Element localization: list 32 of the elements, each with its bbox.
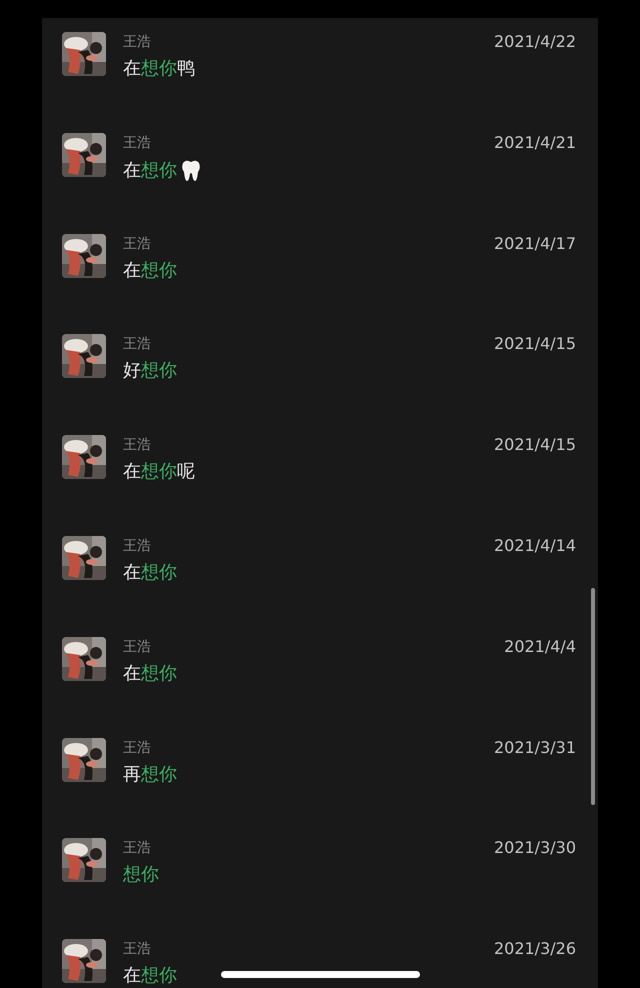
sender-name: 王浩 xyxy=(123,436,151,454)
message-text[interactable]: 在想你 xyxy=(123,562,177,584)
message-date: 2021/4/14 xyxy=(494,536,576,556)
message-text[interactable]: 在想你 xyxy=(123,160,177,182)
message-text[interactable]: 在想你 xyxy=(123,260,177,282)
sender-name: 王浩 xyxy=(123,536,151,555)
sender-name: 王浩 xyxy=(123,335,151,354)
message-date: 2021/4/21 xyxy=(494,132,576,153)
message-text[interactable]: 在想你 xyxy=(123,662,177,685)
message-date: 2021/3/26 xyxy=(494,939,576,960)
message-text[interactable]: 想你 xyxy=(123,864,159,886)
message-text[interactable]: 在想你鸭 xyxy=(123,58,195,80)
sender-name: 王浩 xyxy=(123,33,151,51)
sender-name: 王浩 xyxy=(123,738,151,757)
scrollbar[interactable] xyxy=(591,588,595,805)
message-date: 2021/3/30 xyxy=(494,838,576,858)
sender-name: 王浩 xyxy=(123,134,151,152)
message-date: 2021/3/31 xyxy=(494,738,576,758)
message-date: 2021/4/22 xyxy=(494,32,576,52)
sender-name: 王浩 xyxy=(123,638,151,656)
tooth-icon xyxy=(180,158,202,183)
message-date: 2021/4/15 xyxy=(494,334,576,354)
message-date: 2021/4/4 xyxy=(504,636,576,657)
message-text[interactable]: 在想你 xyxy=(123,965,177,988)
message-text[interactable]: 好想你 xyxy=(123,360,177,382)
sender-name: 王浩 xyxy=(123,940,151,958)
message-text[interactable]: 再想你 xyxy=(123,764,177,786)
message-text[interactable]: 在想你呢 xyxy=(123,461,195,484)
message-date: 2021/4/15 xyxy=(494,435,576,456)
sender-name: 王浩 xyxy=(123,234,151,253)
sender-name: 王浩 xyxy=(123,839,151,858)
message-date: 2021/4/17 xyxy=(494,234,576,254)
